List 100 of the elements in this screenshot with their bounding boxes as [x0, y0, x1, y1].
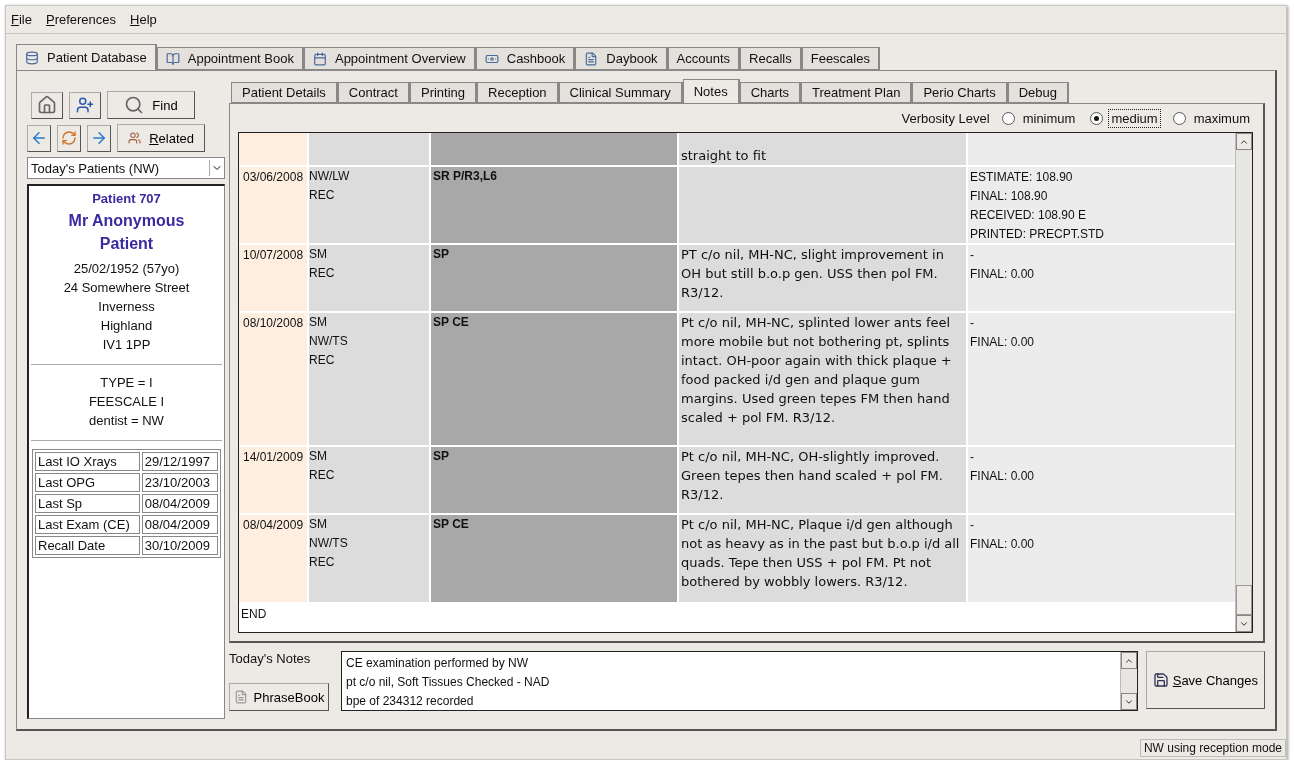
- status-text: NW using reception mode: [1139, 739, 1286, 757]
- history-label: Last OPG: [35, 473, 140, 492]
- date-cell: 14/01/2009: [239, 447, 307, 513]
- house-icon: [37, 95, 57, 115]
- date-cell: 03/06/2008: [239, 167, 307, 243]
- treatment-cell: SP: [431, 447, 677, 513]
- date-cell: [239, 133, 307, 165]
- menu-item[interactable]: Preferences: [45, 11, 117, 27]
- date-cell: 08/10/2008: [239, 313, 307, 445]
- patient-detail: TYPE = I: [100, 374, 153, 392]
- address-line: Inverness: [98, 298, 155, 316]
- date-cell: 08/04/2009: [239, 515, 307, 602]
- tab[interactable]: Accounts: [667, 47, 741, 70]
- related-button[interactable]: Related: [117, 124, 205, 152]
- notes-cell: Pt c/o nil, MH-NC, Plaque i/d gen although not as heavy as in the past but b.o.p i/d all quads. Tepe then USS + pol FM. Pt not bothered by wobbly lowers. R3/12.: [679, 515, 966, 602]
- end-marker: END: [240, 606, 268, 623]
- subtab[interactable]: Debug: [1007, 82, 1069, 103]
- tab[interactable]: Feescales: [801, 47, 880, 70]
- radio-option[interactable]: maximum: [1172, 108, 1253, 128]
- notes-cell: Pt c/o nil, MH-NC, splinted lower ants feel more mobile but not bothering pt, splints intact. OH-poor again with thick plaque + food packed i/d gen and plaque gum margins. Used green tepes FM then hand scaled + pol FM. R3/12.: [679, 313, 966, 445]
- verbosity-label: Verbosity Level: [901, 110, 990, 126]
- forward-button[interactable]: [87, 124, 111, 152]
- tab[interactable]: Patient Database: [16, 44, 157, 70]
- clinician-cell: SM NW/TS REC: [309, 515, 429, 602]
- patient-number: Patient 707: [92, 191, 161, 206]
- clinician-cell: SM NW/TS REC: [309, 313, 429, 445]
- history-date: 30/10/2009: [141, 536, 218, 555]
- subtab[interactable]: Contract: [337, 82, 410, 103]
- fees-cell: - FINAL: 0.00: [968, 245, 1235, 311]
- treatment-cell: SP CE: [431, 515, 677, 602]
- treatment-cell: SR P/R3,L6: [431, 167, 677, 243]
- history-date: 08/04/2009: [141, 494, 218, 513]
- refresh-icon: [61, 130, 77, 146]
- patient-detail: FEESCALE I: [88, 393, 165, 411]
- subtab[interactable]: Perio Charts: [912, 82, 1008, 103]
- back-button[interactable]: [27, 124, 51, 152]
- patient-list-dropdown[interactable]: Today's Patients (NW): [27, 157, 225, 179]
- add-user-icon: [76, 96, 94, 114]
- history-date: 23/10/2003: [141, 473, 218, 492]
- clinician-cell: SM REC: [309, 245, 429, 311]
- subtab[interactable]: Printing: [409, 82, 478, 103]
- history-label: Last Sp: [35, 494, 140, 513]
- address-line: Highland: [100, 317, 153, 335]
- home-button[interactable]: [31, 91, 63, 119]
- menu-item[interactable]: Help: [130, 11, 157, 27]
- radio-icon[interactable]: [1090, 111, 1104, 125]
- database-icon: [25, 50, 39, 65]
- calendar-icon: [312, 51, 327, 66]
- radio-icon[interactable]: [1172, 111, 1186, 125]
- menu-item[interactable]: File: [11, 11, 32, 27]
- notes-cell: straight to fit: [679, 133, 966, 165]
- treatment-cell: SP: [431, 245, 677, 311]
- fees-cell: - FINAL: 0.00: [968, 515, 1235, 602]
- arrow-right-icon: [90, 129, 108, 147]
- patient-detail: dentist = NW: [89, 412, 164, 430]
- subtab[interactable]: Treatment Plan: [801, 82, 913, 103]
- add-patient-button[interactable]: [69, 91, 101, 119]
- search-icon: [124, 95, 145, 115]
- find-button[interactable]: Find: [107, 91, 195, 119]
- notes-cell: Pt c/o nil, MH-NC, OH-slightly improved. Green tepes then hand scaled + pol FM. R3/12.: [679, 447, 966, 513]
- clinician-cell: NW/LW REC: [309, 167, 429, 243]
- notes-cell: PT c/o nil, MH-NC, slight improvement in OH but still b.o.p gen. USS then pol FM. R3/12.: [679, 245, 966, 311]
- tab[interactable]: Appointment Overview: [303, 47, 476, 70]
- history-date: 08/04/2009: [141, 515, 218, 534]
- subtab[interactable]: Reception: [477, 82, 559, 103]
- address-line: 24 Somewhere Street: [63, 279, 190, 297]
- history-label: Last IO Xrays: [35, 452, 140, 471]
- tab[interactable]: Daybook: [575, 47, 668, 70]
- notes-field[interactable]: CE examination performed by NW pt c/o nil, Soft Tissues Checked - NAD bpe of 234312 recorded: [341, 651, 1138, 711]
- treatment-cell: SP CE: [431, 313, 677, 445]
- fees-cell: - FINAL: 0.00: [968, 313, 1235, 445]
- radio-option[interactable]: minimum: [1001, 108, 1079, 128]
- scrollbar[interactable]: [1235, 133, 1252, 632]
- book-icon: [165, 51, 180, 66]
- people-icon: [128, 130, 142, 146]
- history-label: Last Exam (CE): [35, 515, 140, 534]
- fees-cell: ESTIMATE: 108.90 FINAL: 108.90 RECEIVED: 108.90 E PRINTED: PRECPT.STD: [968, 167, 1235, 243]
- todays-notes-label: Today's Notes: [229, 651, 312, 666]
- scroll-thumb[interactable]: [1236, 585, 1252, 615]
- clinician-cell: SM REC: [309, 447, 429, 513]
- subtab[interactable]: Charts: [739, 82, 801, 103]
- radio-icon[interactable]: [1001, 111, 1015, 125]
- subtab[interactable]: Notes: [682, 79, 740, 103]
- swap-button[interactable]: [57, 124, 81, 152]
- history-label: Recall Date: [35, 536, 140, 555]
- subtab[interactable]: Clinical Summary: [558, 82, 683, 103]
- tab[interactable]: Recalls: [740, 47, 802, 70]
- address-line: 25/02/1952 (57yo): [73, 260, 180, 278]
- tab[interactable]: Cashbook: [475, 47, 576, 70]
- history-date: 29/12/1997: [141, 452, 218, 471]
- save-button[interactable]: Save Changes: [1145, 651, 1265, 709]
- document-icon: [584, 51, 599, 66]
- date-cell: 10/07/2008: [239, 245, 307, 311]
- phrasebook-button[interactable]: PhraseBook: [229, 683, 329, 711]
- document-icon: [233, 690, 248, 704]
- fees-cell: - FINAL: 0.00: [968, 447, 1235, 513]
- tab[interactable]: Appointment Book: [156, 47, 304, 70]
- subtab[interactable]: Patient Details: [231, 82, 338, 103]
- address-line: IV1 1PP: [102, 336, 151, 354]
- patient-name: Mr Anonymous Patient: [67, 211, 186, 254]
